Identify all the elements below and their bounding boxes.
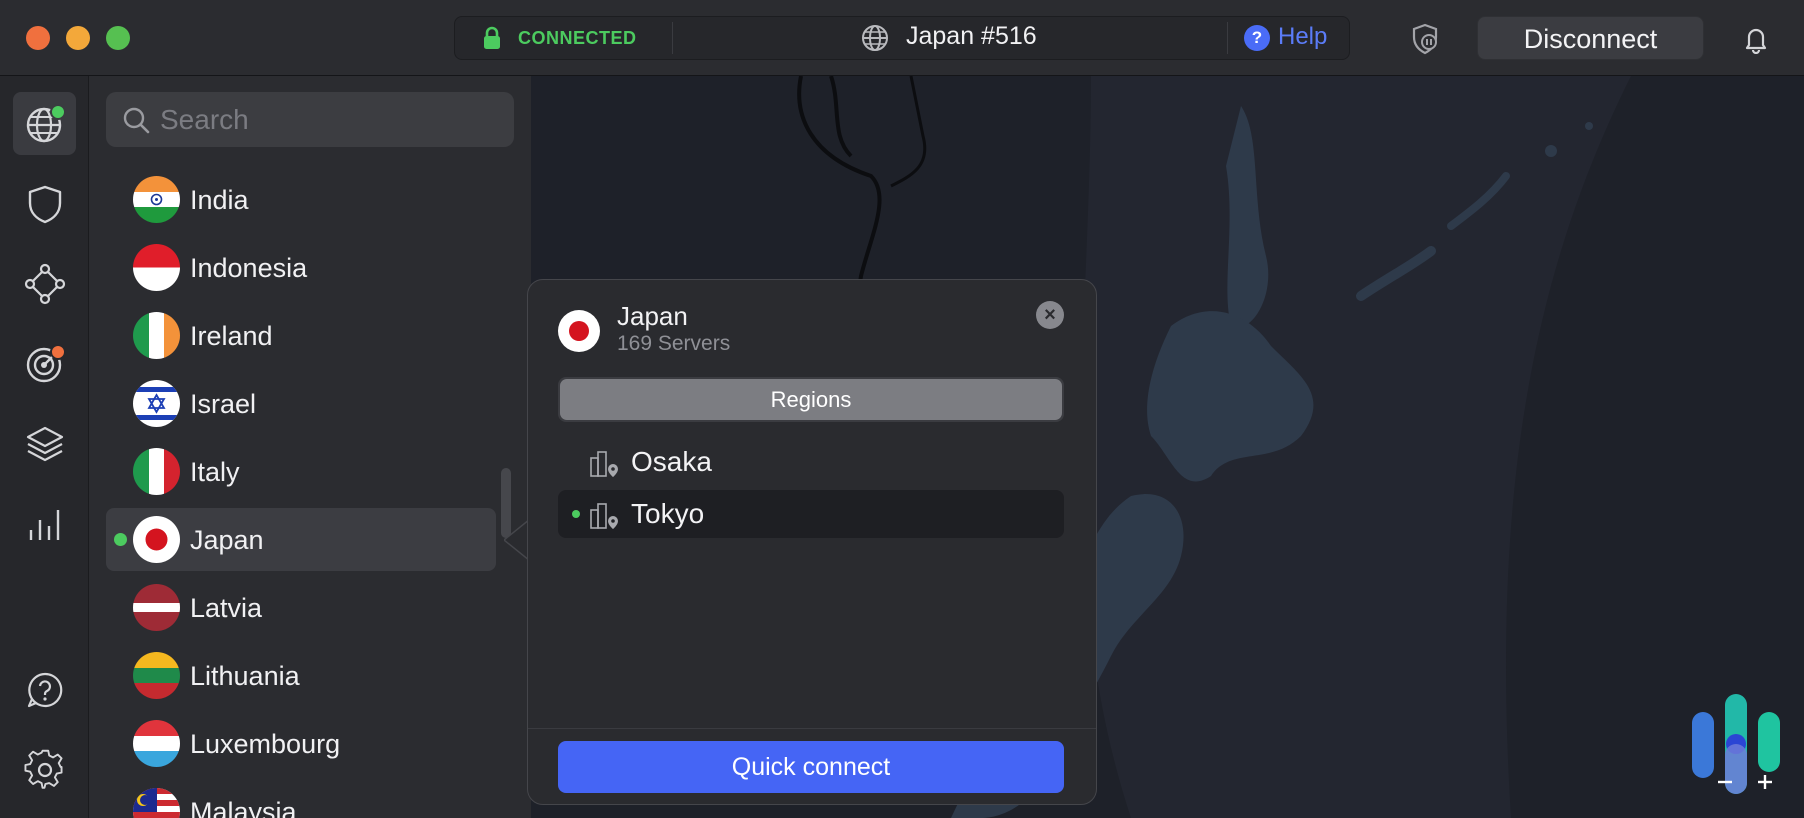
gear-icon <box>24 749 63 789</box>
rail-item-settings[interactable] <box>13 738 76 801</box>
flag-malaysia-icon <box>133 788 180 818</box>
connection-status-text: CONNECTED <box>518 28 637 48</box>
globe-icon <box>26 103 66 142</box>
country-item-indonesia[interactable]: Indonesia <box>106 236 496 299</box>
meshnet-icon <box>24 263 65 304</box>
country-item-ireland[interactable]: Ireland <box>106 304 496 367</box>
country-item-israel[interactable]: Israel <box>106 372 496 435</box>
search-input[interactable] <box>160 92 500 147</box>
lock-icon <box>484 26 500 49</box>
flag-japan-icon <box>133 516 180 563</box>
server-count: 169 Servers <box>617 332 731 355</box>
navigation-rail <box>0 76 89 818</box>
flag-lithuania-icon <box>133 652 180 699</box>
country-item-malaysia[interactable]: Malaysia <box>106 780 496 818</box>
help-circle-icon <box>27 672 62 707</box>
flag-india-icon <box>133 176 180 223</box>
city-pin-icon <box>590 451 618 477</box>
country-popover: Japan 169 Servers × Regions Osaka Tokyo … <box>527 279 1097 805</box>
country-item-india[interactable]: India <box>106 168 496 231</box>
flag-indonesia-icon <box>133 244 180 291</box>
rail-item-support[interactable] <box>13 658 76 721</box>
quick-connect-button[interactable]: Quick connect <box>558 741 1064 793</box>
country-item-italy[interactable]: Italy <box>106 440 496 503</box>
tab-regions[interactable]: Regions <box>560 379 1062 420</box>
rail-item-specialty-servers[interactable] <box>13 412 76 475</box>
country-name: Ireland <box>190 321 273 351</box>
watermark-logo-icon <box>1692 694 1780 794</box>
region-item-osaka[interactable]: Osaka <box>558 438 1064 486</box>
divider <box>528 728 1096 729</box>
country-item-latvia[interactable]: Latvia <box>106 576 496 639</box>
segmented-control: Regions <box>558 377 1064 422</box>
flag-latvia-icon <box>133 584 180 631</box>
search-box[interactable] <box>106 92 514 147</box>
window-minimize-button[interactable] <box>66 26 90 50</box>
rail-item-statistics[interactable] <box>13 492 76 555</box>
bell-icon[interactable] <box>1742 24 1770 54</box>
rail-item-threat-protection[interactable] <box>13 172 76 235</box>
flag-japan-icon <box>558 310 600 352</box>
region-item-tokyo[interactable]: Tokyo <box>558 490 1064 538</box>
divider <box>672 22 673 54</box>
connected-indicator <box>572 510 580 518</box>
title-bar: CONNECTED Japan #516 ? Help Disconnect <box>0 0 1804 76</box>
disconnect-button[interactable]: Disconnect <box>1477 16 1704 60</box>
threat-radar-icon <box>26 343 66 382</box>
country-name: Luxembourg <box>190 729 341 759</box>
country-item-lithuania[interactable]: Lithuania <box>106 644 496 707</box>
country-item-luxembourg[interactable]: Luxembourg <box>106 712 496 775</box>
stats-icon <box>29 509 59 540</box>
rail-item-dark-web-monitor[interactable] <box>13 332 76 395</box>
window-close-button[interactable] <box>26 26 50 50</box>
country-name: Japan <box>190 525 264 555</box>
layers-icon <box>26 426 63 461</box>
country-name: Italy <box>190 457 240 487</box>
country-name: Lithuania <box>190 661 300 691</box>
rail-item-meshnet[interactable] <box>13 252 76 315</box>
region-name: Tokyo <box>631 498 705 529</box>
rail-item-countries[interactable] <box>13 92 76 155</box>
globe-icon <box>862 25 888 51</box>
flag-ireland-icon <box>133 312 180 359</box>
divider <box>1227 22 1228 54</box>
country-name: Latvia <box>190 593 263 623</box>
popover-title: Japan <box>617 301 688 331</box>
country-name: India <box>190 185 249 215</box>
flag-luxembourg-icon <box>133 720 180 767</box>
country-name: Indonesia <box>190 253 308 283</box>
country-name: Malaysia <box>190 797 297 818</box>
pause-protection-icon[interactable] <box>1408 22 1442 56</box>
help-link[interactable]: Help <box>1278 23 1327 51</box>
flag-israel-icon <box>133 380 180 427</box>
country-list-panel: India Indonesia Ireland Israel Italy Jap… <box>89 76 531 818</box>
help-icon[interactable]: ? <box>1244 25 1270 51</box>
city-pin-icon <box>590 503 618 529</box>
country-name: Israel <box>190 389 257 419</box>
country-item-japan[interactable]: Japan <box>106 508 496 571</box>
connected-server-name: Japan #516 <box>906 22 1037 50</box>
flag-italy-icon <box>133 448 180 495</box>
shield-icon <box>28 185 61 223</box>
region-name: Osaka <box>631 446 712 477</box>
close-icon[interactable]: × <box>1036 301 1064 329</box>
search-icon <box>123 107 150 134</box>
window-zoom-button[interactable] <box>106 26 130 50</box>
connected-indicator <box>114 533 127 546</box>
